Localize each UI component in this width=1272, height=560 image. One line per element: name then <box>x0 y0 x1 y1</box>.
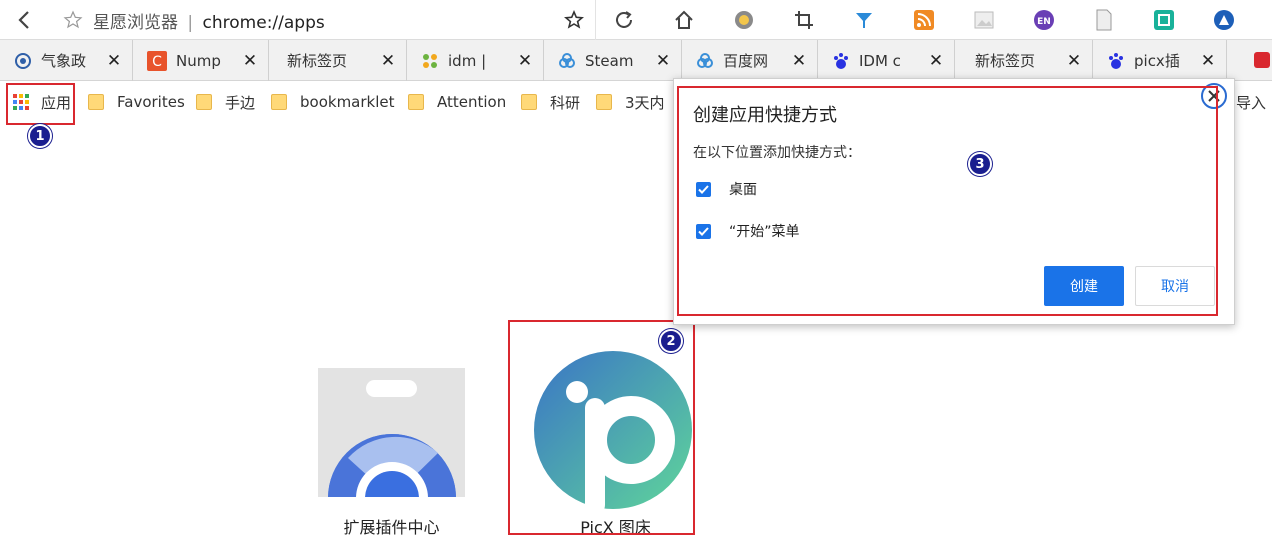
tab-title: 新标签页 <box>975 52 1036 70</box>
folder-icon <box>196 94 212 110</box>
bookmark-folder[interactable]: 手边 <box>196 91 255 113</box>
partial-tab-icon[interactable] <box>1252 50 1272 70</box>
chrome-logo-icon <box>328 434 456 497</box>
tab-title: Steam <box>585 51 634 70</box>
folder-icon <box>596 94 612 110</box>
bookmark-label: Attention <box>437 93 507 111</box>
bookmark-folder[interactable]: bookmarklet <box>271 91 395 113</box>
bookmark-label: Favorites <box>117 93 185 111</box>
bookmark-overflow[interactable]: 导入 <box>1236 91 1266 113</box>
tab-item[interactable]: 新标签页 ✕ <box>955 40 1093 81</box>
back-icon[interactable] <box>8 4 40 36</box>
tab-item[interactable]: IDM c ✕ <box>818 40 955 81</box>
en-icon[interactable]: EN <box>1028 4 1060 36</box>
tab-item[interactable]: 百度网 ✕ <box>682 40 818 81</box>
folder-icon <box>271 94 287 110</box>
tab-title: Nump <box>176 51 221 70</box>
close-icon[interactable]: ✕ <box>1198 51 1218 71</box>
cloud-icon <box>558 52 576 70</box>
tab-title: picx插 <box>1134 52 1180 70</box>
close-icon[interactable]: ✕ <box>926 51 946 71</box>
vpn-icon[interactable] <box>848 4 880 36</box>
image-icon[interactable] <box>968 4 1000 36</box>
close-icon[interactable]: ✕ <box>240 51 260 71</box>
close-icon[interactable]: ✕ <box>653 51 673 71</box>
close-icon[interactable]: ✕ <box>104 51 124 71</box>
reload-icon[interactable] <box>608 4 640 36</box>
bookmark-star-icon[interactable] <box>558 4 590 36</box>
close-icon[interactable]: ✕ <box>378 51 398 71</box>
idm-icon <box>421 52 439 70</box>
folder-icon <box>408 94 424 110</box>
tab-item[interactable]: Steam ✕ <box>544 40 682 81</box>
tab-title: IDM c <box>859 51 901 70</box>
toolbar-divider <box>595 0 596 40</box>
bookmark-folder[interactable]: Attention <box>408 91 506 113</box>
crop-icon[interactable] <box>788 4 820 36</box>
close-icon[interactable]: ✕ <box>1064 51 1084 71</box>
annotation-box-1 <box>6 83 75 125</box>
bookmark-folder[interactable]: 3天内 <box>596 91 665 113</box>
bookmark-label: bookmarklet <box>300 93 395 111</box>
screen-capture-icon[interactable] <box>1148 4 1180 36</box>
c-logo-icon: C <box>147 50 167 71</box>
tab-item[interactable]: picx插 ✕ <box>1093 40 1227 81</box>
svg-text:C: C <box>152 54 162 70</box>
folder-icon <box>88 94 104 110</box>
url-text: chrome://apps <box>202 13 325 33</box>
bookmark-label: 导入 <box>1236 93 1267 112</box>
annotation-badge-1: 1 <box>28 124 52 148</box>
folder-icon <box>521 94 537 110</box>
account-icon[interactable] <box>1208 4 1240 36</box>
baidu-paw-icon <box>832 52 850 70</box>
tab-item[interactable]: idm | ✕ <box>407 40 544 81</box>
address-bar[interactable]: 星愿浏览器 | chrome://apps <box>93 8 325 33</box>
bookmark-label: 手边 <box>225 93 256 112</box>
baidu-paw-icon <box>1107 52 1125 70</box>
browser-toolbar: 星愿浏览器 | chrome://apps EN <box>0 0 1272 40</box>
tab-title: 百度网 <box>723 52 769 70</box>
app-label: 扩展插件中心 <box>343 518 440 537</box>
home-icon[interactable] <box>668 4 700 36</box>
close-icon[interactable]: ✕ <box>515 51 535 71</box>
tab-item[interactable]: C Nump ✕ <box>133 40 269 81</box>
tab-item[interactable]: 新标签页 ✕ <box>269 40 407 81</box>
address-separator: | <box>187 13 194 33</box>
svg-text:EN: EN <box>1037 17 1051 27</box>
cloud-icon <box>696 52 714 70</box>
annotation-badge-3: 3 <box>968 152 992 176</box>
tab-title: 新标签页 <box>287 52 348 70</box>
document-icon[interactable] <box>1088 4 1120 36</box>
extension-center-icon[interactable] <box>318 368 465 497</box>
bookmark-label: 科研 <box>550 93 581 112</box>
close-icon[interactable]: ✕ <box>789 51 809 71</box>
extension-chrome-icon[interactable] <box>728 4 760 36</box>
tab-strip: 气象政 ✕ C Nump ✕ 新标签页 ✕ idm | ✕ Steam ✕ 百度… <box>0 40 1272 81</box>
tab-title: 气象政 <box>41 52 87 70</box>
annotation-box-3 <box>677 86 1218 316</box>
tab-title: idm | <box>448 51 487 70</box>
rss-icon[interactable] <box>908 4 940 36</box>
page-star-icon <box>62 9 84 31</box>
annotation-badge-2: 2 <box>659 329 683 353</box>
bookmark-folder[interactable]: Favorites <box>88 91 185 113</box>
browser-name: 星愿浏览器 <box>93 13 178 33</box>
bookmark-folder[interactable]: 科研 <box>521 91 580 113</box>
bookmark-label: 3天内 <box>625 93 665 112</box>
weather-icon <box>14 52 32 70</box>
tab-item[interactable]: 气象政 ✕ <box>0 40 133 81</box>
